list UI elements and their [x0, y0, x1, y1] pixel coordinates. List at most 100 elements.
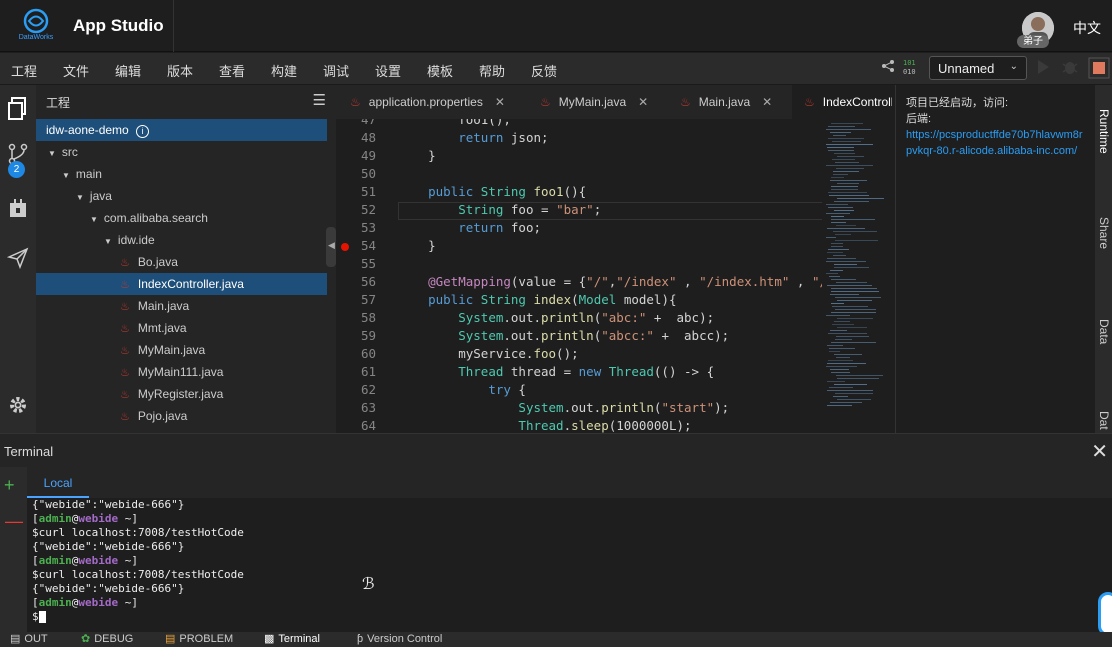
minimap-line [830, 402, 862, 403]
scm-count-badge: 2 [8, 161, 25, 178]
tab-application-properties[interactable]: ♨ application.properties ✕ [350, 85, 530, 119]
list-menu-icon[interactable]: ☰ [313, 91, 326, 109]
tree-file[interactable]: ♨ Bo.java [36, 251, 327, 273]
chevron-down-icon: ▼ [90, 215, 98, 224]
minimap-line [835, 297, 881, 298]
menu-debug[interactable]: 调试 [323, 61, 349, 80]
status-problem[interactable]: ▤ PROBLEM [165, 632, 233, 647]
tree-file[interactable]: ♨ MyMain.java [36, 339, 327, 361]
status-out[interactable]: ▤ OUT [10, 632, 48, 647]
close-icon[interactable]: ✕ [495, 95, 505, 109]
menu-file[interactable]: 文件 [63, 61, 89, 80]
java-file-icon: ♨ [120, 345, 130, 357]
terminal-output[interactable]: {"webide":"webide-666"} [admin@webide ~] $… [27, 498, 1112, 632]
tab-runtime[interactable]: Runtime [1097, 109, 1111, 154]
tree-folder-main[interactable]: ▼ main [36, 163, 327, 185]
tab-data-2[interactable]: Dat [1097, 411, 1111, 430]
gear-icon[interactable] [6, 395, 30, 419]
tree-folder-src[interactable]: ▼ src [36, 141, 327, 163]
tab-label: MyMain.java [558, 95, 627, 109]
minimap-line [826, 273, 838, 274]
remove-terminal-icon[interactable]: — [5, 511, 23, 532]
tree-file[interactable]: ♨ Mmt.java [36, 317, 327, 339]
minimap-line [829, 348, 855, 349]
tree-folder-package[interactable]: ▼ com.alibaba.search [36, 207, 327, 229]
tab-indexcontroller[interactable]: ♨ IndexController.java [792, 85, 892, 119]
minimap-line [834, 210, 854, 211]
menu-project[interactable]: 工程 [11, 61, 37, 80]
code-minimap[interactable] [822, 119, 884, 433]
tab-label: Main.java [698, 95, 751, 109]
tab-local[interactable]: Local [27, 467, 89, 498]
chevron-left-icon: ◀ [328, 240, 335, 250]
tree-file[interactable]: ♨ MyRegister.java [36, 383, 327, 405]
share-icon[interactable] [881, 59, 895, 76]
tab-main[interactable]: ♨ Main.java ✕ [680, 85, 782, 119]
menu-help[interactable]: 帮助 [479, 61, 505, 80]
close-icon[interactable]: ✕ [1091, 439, 1108, 464]
sidebar-collapse-handle[interactable]: ◀ [326, 227, 336, 267]
line-number: 61 [360, 364, 376, 379]
binary-icon[interactable]: 101 010 [903, 57, 921, 80]
minimap-line [835, 309, 876, 310]
minimap-line [827, 345, 843, 346]
terminal-cursor [38, 611, 46, 623]
stop-icon[interactable] [1088, 57, 1110, 82]
minimap-line [828, 360, 853, 361]
minimap-line [827, 252, 843, 253]
tab-share[interactable]: Share [1097, 217, 1111, 249]
chevron-down-icon: ⌄ [1009, 61, 1018, 72]
tree-file[interactable]: ♨ Main.java [36, 295, 327, 317]
menu-version[interactable]: 版本 [167, 61, 193, 80]
menu-templates[interactable]: 模板 [427, 61, 453, 80]
backend-url-link[interactable]: https://pcsproductffde70b7hlavwm8rpvkqr-… [906, 127, 1085, 159]
menu-view[interactable]: 查看 [219, 61, 245, 80]
status-version-control[interactable]: ƥ Version Control [357, 632, 442, 647]
java-file-icon: ♨ [120, 367, 130, 379]
tree-folder-java[interactable]: ▼ java [36, 185, 327, 207]
minimap-line [826, 237, 836, 238]
menu-build[interactable]: 构建 [271, 61, 297, 80]
tree-item-label: java [89, 189, 112, 203]
menu-feedback[interactable]: 反馈 [531, 61, 557, 80]
menu-settings[interactable]: 设置 [375, 61, 401, 80]
minimap-line [826, 204, 848, 205]
explorer-icon[interactable] [6, 97, 30, 121]
tab-mymain[interactable]: ♨ MyMain.java ✕ [540, 85, 660, 119]
tree-file[interactable]: ♨ Pojo.java [36, 405, 327, 427]
minimap-line [837, 378, 879, 379]
terminal-line: [admin@webide ~] [32, 554, 138, 567]
status-debug[interactable]: ✿ DEBUG [81, 632, 133, 647]
tree-item-label: src [61, 145, 78, 159]
tree-file-selected[interactable]: ♨ IndexController.java [36, 273, 327, 295]
run-config-select[interactable]: Unnamed ⌄ [929, 56, 1027, 80]
minimap-line [828, 249, 849, 250]
language-switch[interactable]: 中文 [1073, 18, 1101, 38]
tree-folder-idw-ide[interactable]: ▼ idw.ide [36, 229, 327, 251]
minimap-line [837, 318, 873, 319]
close-icon[interactable]: ✕ [638, 95, 648, 109]
tree-item-label: MyMain111.java [137, 365, 224, 379]
plugin-icon[interactable] [6, 199, 30, 223]
tree-root-project[interactable]: idw-aone-demo i [36, 119, 327, 141]
dataworks-logo[interactable]: DataWorks [14, 8, 58, 48]
minimap-line [831, 189, 858, 190]
floating-helper-button[interactable] [1098, 592, 1112, 636]
add-terminal-icon[interactable]: + [4, 475, 15, 496]
tree-file[interactable]: ♨ MyMain111.java [36, 361, 327, 383]
minimap-line [829, 387, 853, 388]
minimap-line [835, 393, 873, 394]
status-terminal[interactable]: ▩ Terminal [264, 632, 320, 647]
minimap-line [828, 192, 867, 193]
info-icon[interactable]: i [136, 125, 150, 138]
minimap-line [835, 234, 851, 235]
menu-edit[interactable]: 编辑 [115, 61, 141, 80]
minimap-line [831, 219, 875, 220]
debug-run-icon[interactable] [1061, 58, 1079, 79]
close-icon[interactable]: ✕ [762, 95, 772, 109]
deploy-icon[interactable] [6, 247, 30, 271]
tab-data[interactable]: Data [1097, 319, 1111, 344]
chevron-down-icon: ▼ [62, 171, 70, 180]
run-icon[interactable] [1036, 59, 1050, 78]
code-editor[interactable]: 47 foo1(); 48 return json; 49 } 50 51 public… [336, 119, 882, 433]
